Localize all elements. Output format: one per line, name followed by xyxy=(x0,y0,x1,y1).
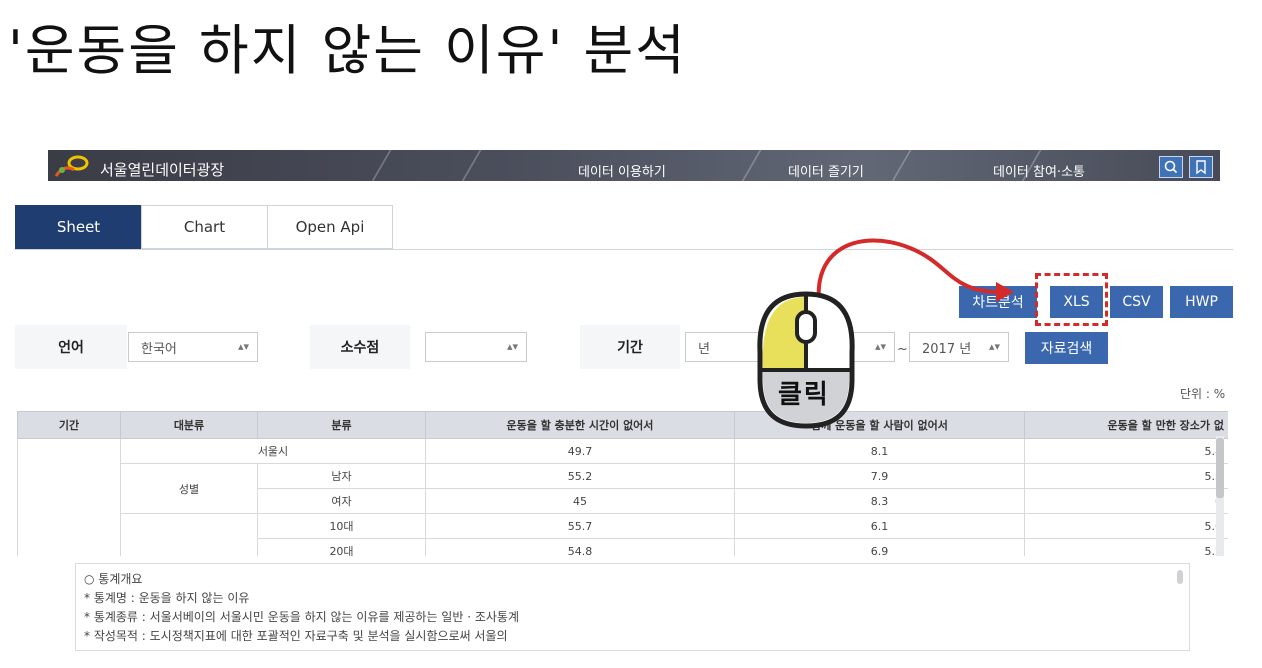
value-cell: 55.7 xyxy=(425,513,735,539)
period-end-select[interactable]: 2017 년 ▴▾ xyxy=(909,332,1009,362)
col-header-no-time: 운동을 할 충분한 시간이 없어서 xyxy=(425,411,735,439)
sub-cell: 남자 xyxy=(257,463,426,489)
select-arrow-icon: ▴▾ xyxy=(506,340,518,353)
sub-cell: 10대 xyxy=(257,513,426,539)
bookmark-button[interactable] xyxy=(1189,156,1213,178)
seoul-logo-icon xyxy=(54,155,89,177)
decimal-select[interactable]: ▴▾ xyxy=(425,332,527,362)
decimal-label: 소수점 xyxy=(310,325,410,369)
col-header-no-place: 운동을 할 만한 장소가 없 xyxy=(1024,411,1228,439)
search-icon xyxy=(1164,160,1178,174)
value-cell: 5.5 xyxy=(1024,463,1228,489)
table-row: 10대 55.7 6.1 5.6 xyxy=(18,513,1228,556)
tab-open-api[interactable]: Open Api xyxy=(267,205,393,249)
unit-label: 단위 : % xyxy=(1180,387,1226,401)
statistics-overview: ○ 통계개요 * 통계명 : 운동을 하지 않는 이유 * 통계종류 : 서울서… xyxy=(75,563,1190,651)
group-cell: 서울시 xyxy=(120,438,426,464)
overview-line: * 통계종류 : 서울서베이의 서울시민 운동을 하지 않는 이유를 제공하는 … xyxy=(84,610,519,624)
scrollbar-thumb[interactable] xyxy=(1216,438,1224,498)
csv-download-button[interactable]: CSV xyxy=(1110,286,1163,318)
overview-scrollbar[interactable] xyxy=(1177,570,1183,584)
period-start-value: 년 xyxy=(698,341,710,357)
period-end-value: 2017 년 xyxy=(922,341,972,357)
value-cell: 55.2 xyxy=(425,463,735,489)
value-cell: 5.8 xyxy=(1024,438,1228,464)
hwp-download-button[interactable]: HWP xyxy=(1170,286,1233,318)
nav-data-enjoy[interactable]: 데이터 즐기기 xyxy=(788,161,864,180)
value-cell: 49.7 xyxy=(425,438,735,464)
period-tilde: ~ xyxy=(897,342,908,357)
data-search-button[interactable]: 자료검색 xyxy=(1025,332,1108,364)
group-cell: 성별 xyxy=(120,463,258,514)
col-header-subcategory: 분류 xyxy=(257,411,426,439)
select-arrow-icon: ▴▾ xyxy=(874,340,886,353)
table-row: 서울시 49.7 8.1 5.8 xyxy=(17,438,1228,556)
bookmark-icon xyxy=(1196,160,1206,175)
view-tabs: Sheet Chart Open Api xyxy=(15,205,393,249)
period-label: 기간 xyxy=(580,325,680,369)
click-label: 클릭 xyxy=(778,380,830,410)
table-row: 성별 남자 55.2 7.9 5.5 xyxy=(18,463,1228,514)
nav-data-participate[interactable]: 데이터 참여·소통 xyxy=(993,161,1085,180)
table-header-row: 기간 대분류 분류 운동을 할 충분한 시간이 없어서 함께 운동을 할 사람이… xyxy=(17,411,1228,439)
value-cell: 6 xyxy=(1024,488,1228,514)
overview-line: * 작성목적 : 도시정책지표에 대한 포괄적인 자료구축 및 분석을 실시함으… xyxy=(84,629,508,643)
site-header: 서울열린데이터광장 데이터 이용하기 데이터 즐기기 데이터 참여·소통 xyxy=(48,150,1220,181)
value-cell: 8.3 xyxy=(734,488,1025,514)
table-scrollbar[interactable] xyxy=(1216,436,1224,556)
period-cell xyxy=(17,438,121,556)
sub-cell: 20대 xyxy=(257,538,426,556)
group-cell xyxy=(120,513,258,556)
language-value: 한국어 xyxy=(141,341,177,357)
value-cell: 5.2 xyxy=(1024,538,1228,556)
col-header-period: 기간 xyxy=(17,411,121,439)
page-heading: '운동을 하지 않는 이유' 분석 xyxy=(8,19,687,82)
nav-data-use[interactable]: 데이터 이용하기 xyxy=(578,161,666,180)
language-select[interactable]: 한국어 ▴▾ xyxy=(128,332,258,362)
value-cell: 54.8 xyxy=(425,538,735,556)
tab-sheet[interactable]: Sheet xyxy=(15,205,141,249)
value-cell: 45 xyxy=(425,488,735,514)
overview-title: ○ 통계개요 xyxy=(84,572,143,586)
sub-cell: 여자 xyxy=(257,488,426,514)
site-title[interactable]: 서울열린데이터광장 xyxy=(100,159,224,180)
data-table: 기간 대분류 분류 운동을 할 충분한 시간이 없어서 함께 운동을 할 사람이… xyxy=(17,411,1228,556)
select-arrow-icon: ▴▾ xyxy=(237,340,249,353)
tab-chart[interactable]: Chart xyxy=(141,205,267,249)
value-cell: 6.1 xyxy=(734,513,1025,539)
value-cell: 8.1 xyxy=(734,438,1025,464)
language-label: 언어 xyxy=(15,325,127,369)
search-button[interactable] xyxy=(1159,156,1183,178)
value-cell: 7.9 xyxy=(734,463,1025,489)
overview-line: * 통계명 : 운동을 하지 않는 이유 xyxy=(84,591,250,605)
filter-bar: 언어 한국어 ▴▾ 소수점 ▴▾ 기간 년 ▴▾ ~ 2017 년 ▴▾ 자료검… xyxy=(15,325,1233,369)
value-cell: 6.9 xyxy=(734,538,1025,556)
col-header-category: 대분류 xyxy=(120,411,258,439)
value-cell: 5.6 xyxy=(1024,513,1228,539)
select-arrow-icon: ▴▾ xyxy=(988,340,1000,353)
